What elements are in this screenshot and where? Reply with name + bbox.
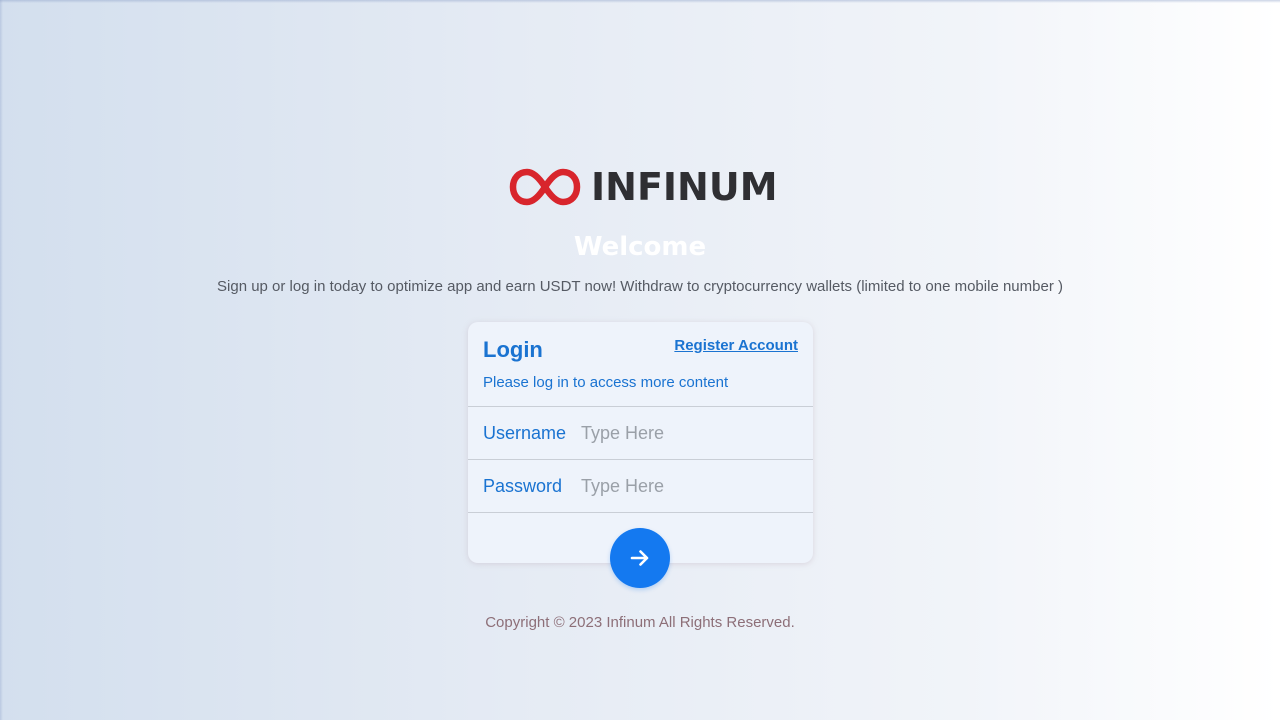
password-input[interactable] — [581, 469, 813, 503]
top-edge-shadow — [0, 0, 1280, 3]
username-label: Username — [483, 422, 567, 443]
login-submit-button[interactable] — [610, 528, 670, 588]
login-card: Login Register Account Please log in to … — [468, 322, 813, 588]
password-label: Password — [483, 475, 563, 496]
username-input[interactable] — [581, 416, 813, 450]
brand-name: INFINUM — [591, 165, 778, 209]
welcome-heading: Welcome — [573, 232, 707, 262]
infinity-icon — [509, 168, 581, 206]
password-row: Password — [468, 460, 813, 512]
left-edge-shadow — [0, 0, 3, 720]
login-title: Login — [483, 337, 543, 362]
welcome-tagline: Sign up or log in today to optimize app … — [217, 278, 1063, 295]
register-account-link[interactable]: Register Account — [674, 336, 798, 356]
login-subtitle: Please log in to access more content — [483, 374, 729, 391]
brand-logo: INFINUM — [509, 167, 778, 207]
username-row: Username — [468, 407, 813, 459]
copyright-text: Copyright © 2023 Infinum All Rights Rese… — [485, 614, 795, 631]
divider — [468, 512, 813, 513]
arrow-right-icon — [630, 550, 649, 566]
